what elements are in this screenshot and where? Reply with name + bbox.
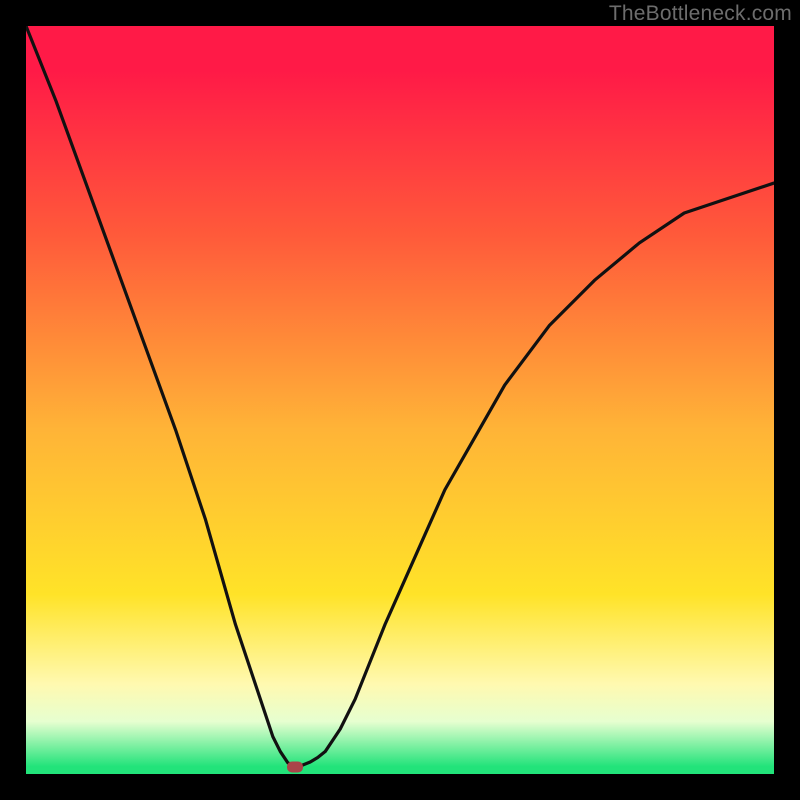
watermark-text: TheBottleneck.com [609,2,792,26]
plot-area [26,26,774,774]
minimum-marker [287,761,303,772]
chart-frame: TheBottleneck.com [0,0,800,800]
curve-svg [26,26,774,774]
bottleneck-curve [26,26,774,767]
